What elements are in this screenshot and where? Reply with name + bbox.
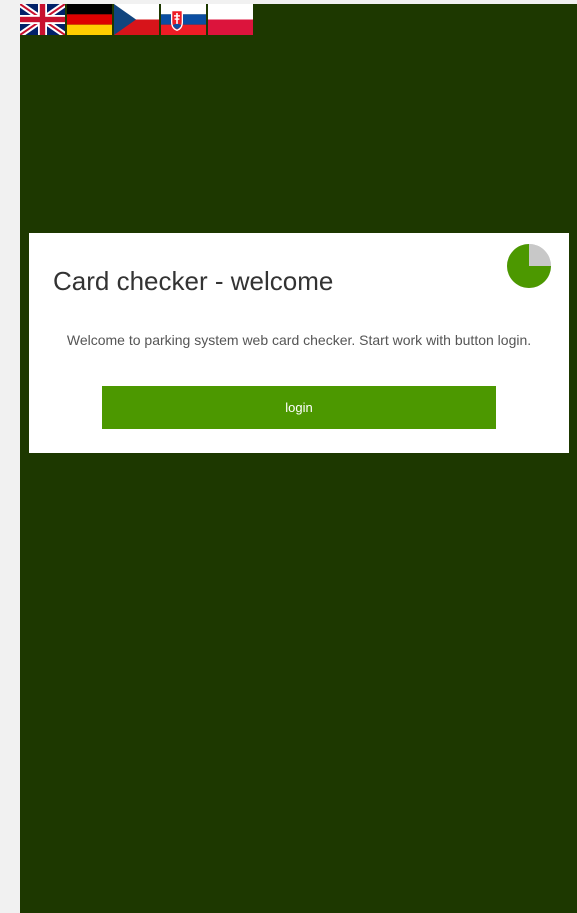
germany-flag-icon[interactable] (67, 4, 112, 35)
welcome-message: Welcome to parking system web card check… (66, 332, 532, 348)
page-title: Card checker - welcome (53, 266, 334, 296)
uk-flag-icon[interactable] (20, 4, 65, 35)
czech-flag-icon[interactable] (114, 4, 159, 35)
language-bar (20, 4, 253, 35)
pie-timer-icon (507, 244, 551, 288)
poland-flag-icon[interactable] (208, 4, 253, 35)
slovakia-flag-icon[interactable] (161, 4, 206, 35)
page-background: Card checker - welcome Welcome to parkin… (20, 0, 577, 913)
login-button[interactable]: login (102, 386, 496, 429)
